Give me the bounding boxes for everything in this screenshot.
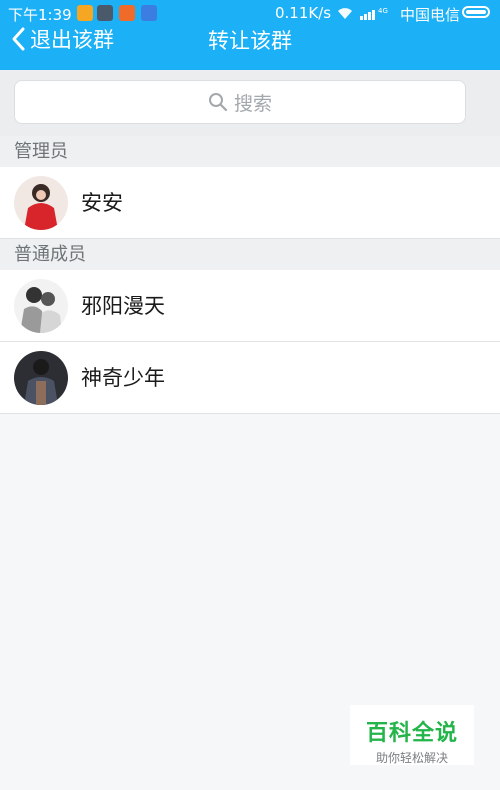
watermark-logo: 百科全说 助你轻松解决 xyxy=(350,705,474,765)
member-name: 邪阳漫天 xyxy=(81,294,165,318)
section-header-regular: 普通成员 xyxy=(0,239,500,270)
settings-notification-icon xyxy=(141,5,157,21)
search-bar: 搜索 xyxy=(0,70,500,136)
wifi-icon xyxy=(338,8,352,19)
page-title: 转让该群 xyxy=(208,29,292,53)
member-name: 神奇少年 xyxy=(81,366,165,390)
watermark-subtitle: 助你轻松解决 xyxy=(375,751,448,765)
back-button[interactable]: 退出该群 xyxy=(10,24,114,54)
avatar xyxy=(14,176,68,230)
member-row[interactable]: 邪阳漫天 xyxy=(0,270,500,342)
app-notification-icon xyxy=(119,5,135,21)
member-row[interactable]: 安安 xyxy=(0,167,500,239)
app-notification-icon xyxy=(77,5,93,21)
avatar xyxy=(14,351,68,405)
status-bar: 下午1:39 0.11K/s 4G 中国电信 xyxy=(0,0,500,26)
member-row[interactable]: 神奇少年 xyxy=(0,342,500,414)
chevron-left-icon xyxy=(12,27,25,51)
back-button-label: 退出该群 xyxy=(30,28,114,52)
avatar xyxy=(14,279,68,333)
signal-icon: 4G xyxy=(360,7,388,20)
search-placeholder: 搜索 xyxy=(233,92,272,115)
carrier-name: 中国电信 xyxy=(400,6,461,24)
network-speed: 0.11K/s xyxy=(275,4,332,22)
signal-label: 4G xyxy=(378,7,388,15)
app-notification-icon xyxy=(97,5,113,21)
search-input[interactable]: 搜索 xyxy=(14,80,466,124)
status-time: 下午1:39 xyxy=(8,6,72,24)
battery-icon xyxy=(462,6,490,18)
watermark-title: 百科全说 xyxy=(365,721,458,746)
section-header-admins: 管理员 xyxy=(0,136,500,167)
search-icon xyxy=(208,93,228,112)
member-name: 安安 xyxy=(81,191,123,215)
top-bar: 下午1:39 0.11K/s 4G 中国电信 退出该群 转让该群 xyxy=(0,0,500,70)
